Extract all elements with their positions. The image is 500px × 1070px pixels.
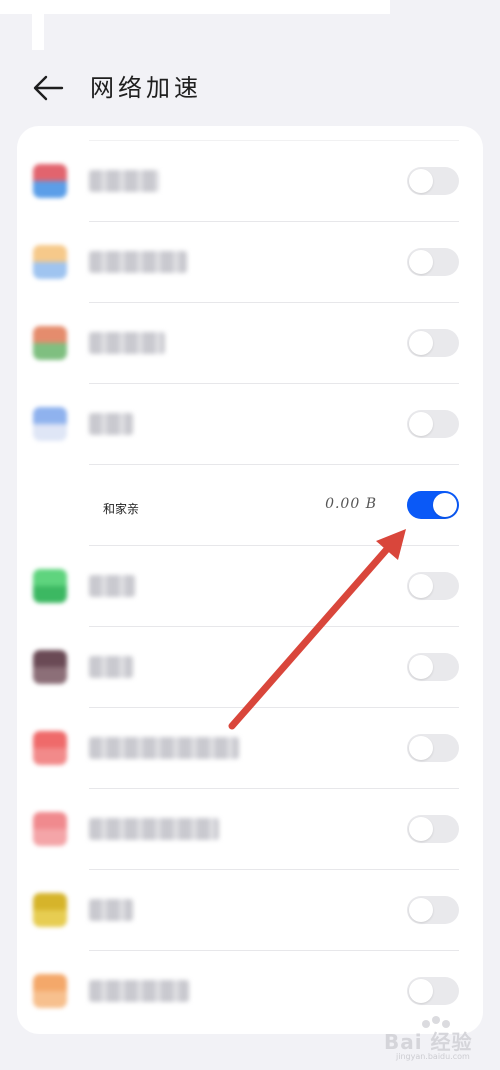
toggle-knob (409, 169, 433, 193)
toggle-knob (409, 574, 433, 598)
row-divider (89, 464, 459, 465)
app-name-blurred (89, 170, 159, 192)
app-icon (33, 974, 67, 1008)
row-divider (89, 950, 459, 951)
acceleration-toggle[interactable] (407, 410, 459, 438)
app-row[interactable]: 和家亲 0.00 B (17, 464, 483, 545)
app-name-blurred (89, 818, 219, 840)
app-row[interactable] (17, 626, 483, 707)
page-header: 网络加速 (0, 60, 500, 116)
app-row[interactable] (17, 383, 483, 464)
acceleration-toggle[interactable] (407, 653, 459, 681)
acceleration-toggle[interactable] (407, 815, 459, 843)
app-icon (33, 569, 67, 603)
app-data-usage: 0.00 B (325, 496, 377, 512)
app-name-blurred (89, 332, 165, 354)
status-bar (0, 0, 390, 14)
acceleration-toggle[interactable] (407, 977, 459, 1005)
row-divider (89, 383, 459, 384)
app-list: 和家亲 0.00 B (17, 126, 483, 1034)
acceleration-toggle[interactable] (407, 167, 459, 195)
toggle-knob (409, 979, 433, 1003)
page-title: 网络加速 (90, 74, 202, 102)
acceleration-toggle[interactable] (407, 491, 459, 519)
toggle-knob (409, 817, 433, 841)
app-name-blurred (89, 575, 135, 597)
app-row[interactable] (17, 221, 483, 302)
app-name-blurred (89, 656, 133, 678)
acceleration-toggle[interactable] (407, 572, 459, 600)
acceleration-toggle[interactable] (407, 248, 459, 276)
row-divider (89, 221, 459, 222)
app-name-blurred (89, 899, 133, 921)
app-row[interactable] (17, 788, 483, 869)
toggle-knob (409, 331, 433, 355)
toggle-knob (409, 655, 433, 679)
app-name-blurred (89, 980, 189, 1002)
app-name-blurred (89, 737, 239, 759)
app-row[interactable] (17, 302, 483, 383)
toggle-knob (409, 736, 433, 760)
arrow-left-icon (33, 75, 64, 101)
status-bar-notch (32, 0, 44, 50)
row-divider (89, 788, 459, 789)
acceleration-toggle[interactable] (407, 734, 459, 762)
app-icon (33, 731, 67, 765)
app-icon (33, 812, 67, 846)
toggle-knob (409, 412, 433, 436)
app-name: 和家亲 (103, 502, 140, 516)
app-icon (33, 164, 67, 198)
row-divider (89, 707, 459, 708)
app-name-blurred (89, 251, 187, 273)
watermark-sub: jingyan.baidu.com (396, 1052, 470, 1061)
row-divider (89, 626, 459, 627)
toggle-knob (409, 898, 433, 922)
app-row[interactable] (17, 869, 483, 950)
app-icon (33, 326, 67, 360)
row-divider (89, 302, 459, 303)
app-icon (33, 407, 67, 441)
acceleration-toggle[interactable] (407, 329, 459, 357)
row-divider (89, 545, 459, 546)
back-button[interactable] (28, 70, 68, 106)
app-icon (33, 650, 67, 684)
app-icon (33, 893, 67, 927)
app-icon (33, 245, 67, 279)
app-name-blurred (89, 413, 133, 435)
app-row[interactable] (17, 545, 483, 626)
watermark-text: Bai 经验 (384, 1030, 473, 1054)
toggle-knob (409, 250, 433, 274)
app-row[interactable] (17, 707, 483, 788)
row-divider (89, 869, 459, 870)
row-divider (89, 140, 459, 141)
app-row[interactable] (17, 140, 483, 221)
toggle-knob (433, 493, 457, 517)
app-list-card: 和家亲 0.00 B (17, 126, 483, 1034)
acceleration-toggle[interactable] (407, 896, 459, 924)
